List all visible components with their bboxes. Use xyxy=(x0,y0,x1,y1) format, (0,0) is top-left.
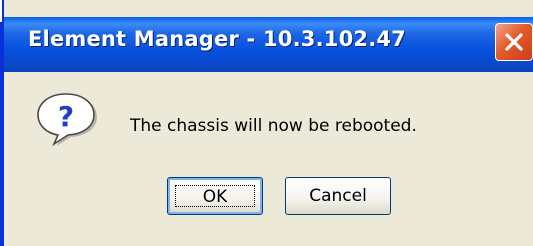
window-title: Element Manager - 10.3.102.47 xyxy=(28,27,406,51)
ok-button[interactable]: OK xyxy=(167,177,263,215)
dialog-message: The chassis will now be rebooted. xyxy=(130,116,417,136)
svg-text:?: ? xyxy=(58,100,74,133)
cancel-button[interactable]: Cancel xyxy=(285,177,391,215)
message-dialog: Element Manager - 10.3.102.47 ? The chas… xyxy=(0,0,533,246)
dialog-body: ? The chassis will now be rebooted. OK C… xyxy=(4,72,533,246)
close-icon xyxy=(505,33,523,51)
question-icon: ? xyxy=(37,93,97,146)
title-bar[interactable]: Element Manager - 10.3.102.47 xyxy=(4,17,533,72)
ok-button-label: OK xyxy=(175,185,255,207)
close-button[interactable] xyxy=(495,23,533,61)
